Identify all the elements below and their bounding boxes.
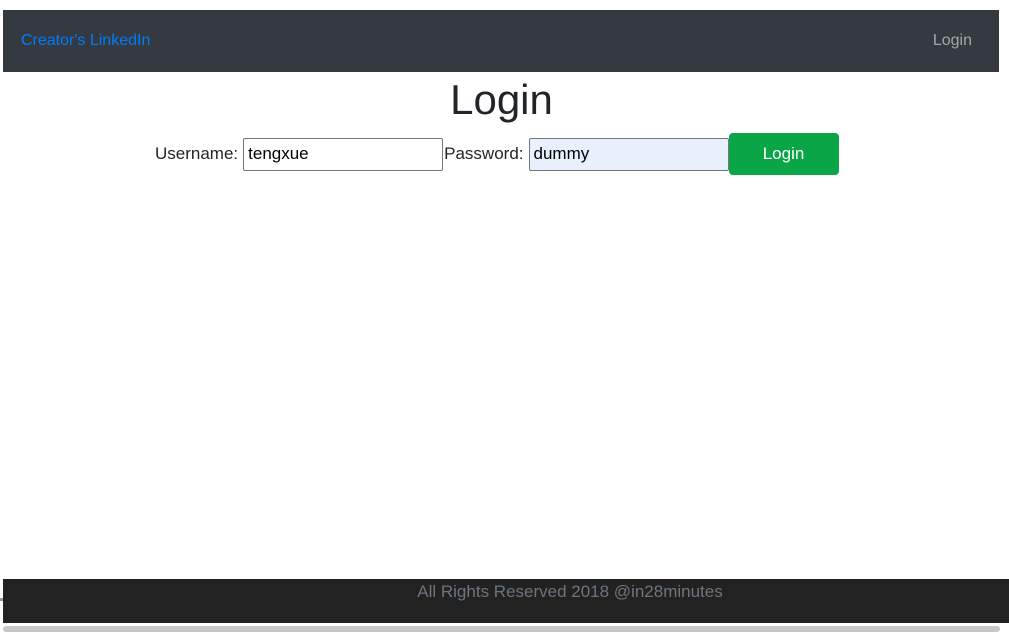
top-navbar: Creator's LinkedIn Login	[3, 10, 999, 72]
footer-text-container: All Rights Reserved 2018 @in28minutes	[3, 579, 1009, 623]
password-field[interactable]	[528, 137, 729, 171]
creators-linkedin-link[interactable]: Creator's LinkedIn	[21, 32, 150, 50]
page-title: Login	[450, 76, 553, 123]
footer: All Rights Reserved 2018 @in28minutes	[3, 579, 1009, 623]
nav-login-link[interactable]: Login	[933, 32, 972, 50]
page: Creator's LinkedIn Login Login Username:…	[0, 0, 1009, 632]
login-form: Username: Password: Login	[155, 133, 839, 175]
username-label: Username:	[155, 144, 239, 163]
password-label: Password:	[444, 144, 524, 163]
username-field[interactable]	[243, 137, 444, 171]
horizontal-scrollbar[interactable]	[3, 626, 1000, 632]
footer-copyright-text: All Rights Reserved 2018 @in28minutes	[417, 582, 723, 601]
login-button[interactable]: Login	[728, 133, 839, 175]
